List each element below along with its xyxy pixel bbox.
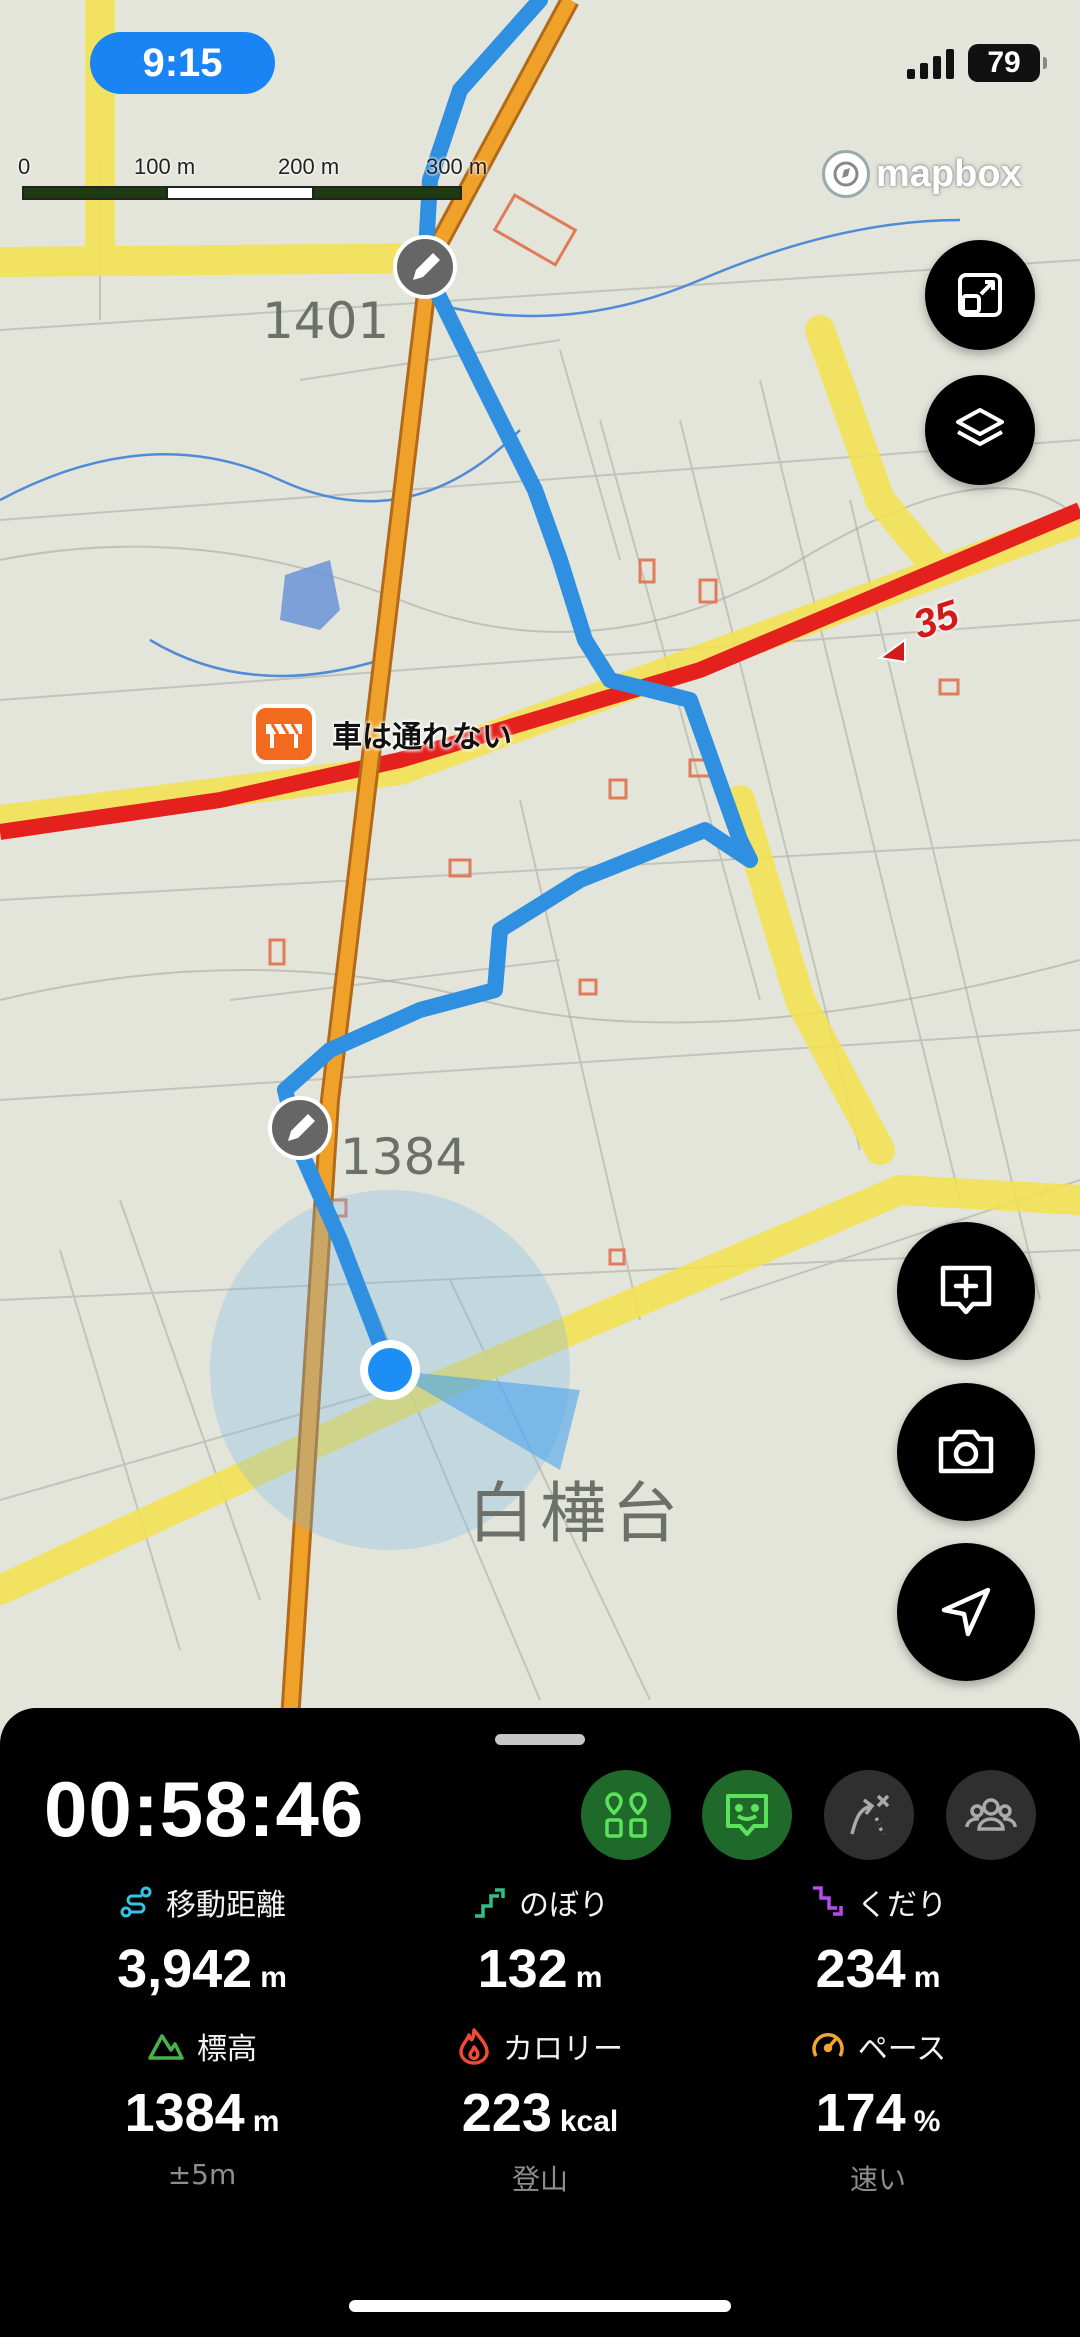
chat-face-button[interactable] (702, 1770, 792, 1860)
stat-subtext: 登山 (511, 2163, 568, 2196)
stat-value: 3,942 (117, 1939, 253, 1999)
add-comment-button[interactable] (897, 1222, 1035, 1360)
expand-icon (958, 273, 1002, 317)
camera-icon (938, 1429, 994, 1474)
status-time-pill[interactable]: 9:15 (90, 32, 275, 94)
stat-label: のぼり (519, 1888, 609, 1923)
stat-value: 132 (477, 1939, 568, 1999)
ascent-icon (475, 1888, 505, 1918)
stat-unit: m (575, 1961, 603, 1994)
status-icons: 79 (907, 44, 1047, 82)
elevation-label: 1384 (340, 1128, 468, 1186)
place-name-label: 白樺台 (468, 1475, 684, 1552)
stat-subtext: ±5m (167, 2158, 237, 2191)
stat-unit: % (913, 2105, 941, 2138)
stat-unit: m (260, 1961, 287, 1994)
add-comment-icon (940, 1265, 992, 1315)
camera-button[interactable] (897, 1383, 1035, 1521)
group-button[interactable] (946, 1770, 1036, 1860)
distance-icon (120, 1886, 152, 1918)
scale-label: 200 m (278, 154, 340, 179)
mountain-icon (148, 2034, 184, 2060)
poi-label: 車は通れない (332, 720, 512, 755)
map-view[interactable]: 1401 1384 白樺台 35 車は通れない 9:15 79 0 100 m … (0, 0, 1080, 1720)
stat-label: 移動距離 (166, 1888, 286, 1923)
stat-value: 234 (815, 1939, 906, 1999)
stat-value: 174 (815, 2083, 906, 2143)
stat-label: ペース (857, 2032, 947, 2067)
stat-value: 223 (461, 2083, 552, 2143)
scale-label: 0 (18, 154, 31, 179)
pencil-icon[interactable] (268, 1096, 332, 1160)
signal-icon (907, 47, 954, 79)
navigate-button[interactable] (897, 1543, 1035, 1681)
activity-sheet[interactable]: 00:58:46 移動距離 3,942 m のぼり 132 m くだり 234 m (0, 1708, 1080, 2337)
scale-label: 300 m (426, 154, 488, 179)
barrier-icon (252, 704, 316, 764)
elapsed-timer: 00:58:46 (44, 1765, 365, 1853)
gauge-icon (812, 2033, 844, 2057)
chat-face-icon (726, 1794, 768, 1836)
mapbox-attribution[interactable]: mapbox (822, 150, 1022, 198)
stat-elevation: 標高 1384 m ±5m (52, 2024, 352, 2191)
layers-button[interactable] (925, 375, 1035, 485)
layers-icon (956, 408, 1004, 446)
home-indicator[interactable] (349, 2300, 731, 2312)
scale-label: 100 m (134, 154, 196, 179)
route-marker-icon (605, 1792, 647, 1838)
stat-ascent: のぼり 132 m (390, 1880, 690, 2000)
elevation-label: 1401 (262, 292, 390, 350)
mapbox-wordmark: mapbox (876, 152, 1022, 195)
route-marker-button[interactable] (581, 1770, 671, 1860)
group-icon (965, 1798, 1017, 1831)
stat-value: 1384 (124, 2083, 245, 2143)
stat-unit: m (252, 2105, 280, 2138)
flame-icon (459, 2028, 489, 2065)
stat-unit: m (913, 1961, 941, 1994)
scale-bar: 0 100 m 200 m 300 m (18, 150, 498, 200)
sheet-handle[interactable] (495, 1734, 585, 1745)
expand-button[interactable] (925, 240, 1035, 350)
route-off-icon (850, 1794, 890, 1835)
stat-label: 標高 (197, 2032, 257, 2067)
route-off-button[interactable] (824, 1770, 914, 1860)
descent-icon (813, 1886, 843, 1916)
stat-pace: ペース 174% 速い (728, 2024, 1028, 2198)
stat-calories: カロリー 223 kcal 登山 (390, 2024, 690, 2198)
navigate-icon (941, 1587, 991, 1637)
mapbox-logo-icon (822, 150, 870, 198)
battery-indicator: 79 (968, 44, 1047, 82)
stat-unit: kcal (559, 2105, 619, 2138)
stat-subtext: 速い (849, 2163, 906, 2196)
stat-distance: 移動距離 3,942 m (52, 1880, 352, 2000)
stat-label: カロリー (503, 2032, 623, 2067)
pencil-icon[interactable] (393, 235, 457, 299)
stat-label: くだり (857, 1888, 947, 1923)
stat-descent: くだり 234 m (728, 1880, 1028, 2000)
poi-marker[interactable]: 車は通れない (252, 704, 512, 764)
